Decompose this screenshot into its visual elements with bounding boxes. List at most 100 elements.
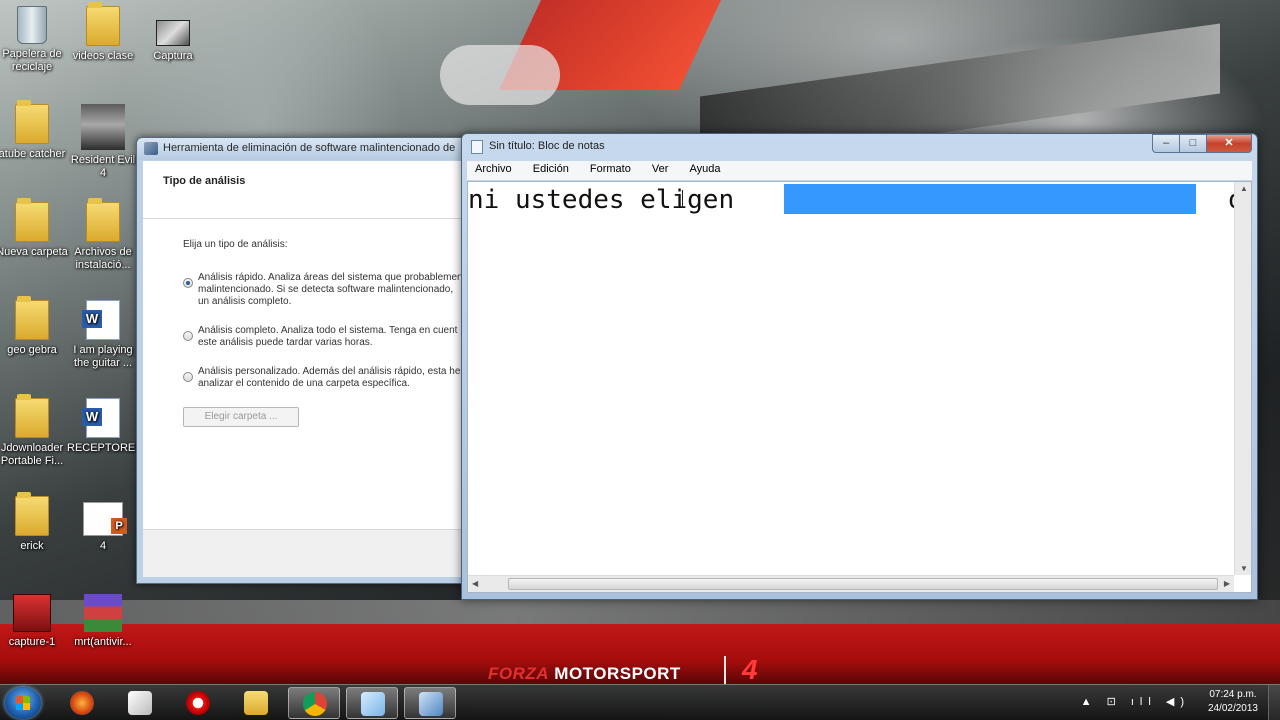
desktop-icon-label: erick bbox=[20, 540, 44, 552]
recycle-bin-icon bbox=[17, 6, 47, 44]
taskbar-adobe[interactable] bbox=[114, 687, 166, 719]
firefox-icon bbox=[70, 691, 94, 715]
taskbar-mrt[interactable] bbox=[404, 687, 456, 719]
desktop-icon-label: videos clase bbox=[72, 50, 134, 62]
scroll-down-arrow-icon[interactable]: ▼ bbox=[1240, 564, 1248, 573]
mrt-option-custom-scan[interactable]: Análisis personalizado. Además del análi… bbox=[183, 366, 475, 390]
scroll-left-arrow-icon[interactable]: ◀ bbox=[472, 579, 478, 588]
notepad-icon bbox=[361, 692, 385, 716]
option-text-line: Análisis completo. Analiza todo el siste… bbox=[198, 325, 458, 336]
taskbar-notepad[interactable] bbox=[346, 687, 398, 719]
mrt-shield-icon bbox=[144, 142, 158, 155]
scroll-up-arrow-icon[interactable]: ▲ bbox=[1240, 184, 1248, 193]
window-controls: ‒ □ ✕ bbox=[1152, 134, 1252, 153]
wallpaper-brand: FORZA MOTORSPORT bbox=[488, 664, 681, 684]
scroll-right-arrow-icon[interactable]: ▶ bbox=[1224, 579, 1230, 588]
desktop-icon-archivos-instalacion[interactable]: Archivos de instalació... bbox=[67, 198, 139, 272]
notepad-icon bbox=[471, 140, 483, 154]
desktop-icon-resident-evil[interactable]: Resident Evil 4 bbox=[67, 104, 139, 180]
close-button[interactable]: ✕ bbox=[1206, 134, 1252, 153]
taskbar-chrome[interactable] bbox=[288, 687, 340, 719]
notepad-titlebar[interactable]: Sin título: Bloc de notas ‒ □ ✕ bbox=[462, 134, 1257, 159]
screenshot-image-icon bbox=[156, 20, 190, 46]
brand-motorsport: MOTORSPORT bbox=[554, 664, 681, 683]
menu-ayuda[interactable]: Ayuda bbox=[686, 163, 725, 175]
folder-icon bbox=[15, 198, 49, 242]
adobe-icon bbox=[128, 691, 152, 715]
taskbar-opera[interactable] bbox=[172, 687, 224, 719]
text-cursor-ibeam bbox=[682, 190, 683, 208]
folder-icon bbox=[15, 100, 49, 144]
desktop-icon-recycle-bin[interactable]: Papelera de reciclaje bbox=[0, 6, 68, 74]
mrt-titlebar[interactable]: Herramienta de eliminación de software m… bbox=[137, 138, 475, 160]
brand-separator bbox=[724, 656, 726, 684]
vertical-scrollbar[interactable]: ▲ ▼ bbox=[1234, 182, 1251, 575]
horizontal-scroll-thumb[interactable] bbox=[508, 578, 1218, 590]
desktop-icon-label: Papelera de reciclaje bbox=[2, 48, 62, 73]
folder-icon bbox=[15, 492, 49, 536]
desktop-icon-4[interactable]: P 4 bbox=[67, 496, 139, 553]
desktop-icon-nueva-carpeta[interactable]: Nueva carpeta bbox=[0, 198, 68, 259]
taskbar-firefox[interactable] bbox=[56, 687, 108, 719]
radio-full-scan[interactable] bbox=[183, 331, 193, 341]
notepad-text-before-selection: ni ustedes eligen bbox=[468, 185, 750, 215]
radio-custom-scan[interactable] bbox=[183, 372, 193, 382]
menu-archivo[interactable]: Archivo bbox=[471, 163, 516, 175]
desktop-icon-label: Resident Evil 4 bbox=[70, 154, 136, 179]
desktop-icon-guitar-doc[interactable]: W I am playing the guitar ... bbox=[67, 300, 139, 370]
system-tray[interactable]: ▲ ⊡ ıll ◀) bbox=[1081, 695, 1190, 708]
mrt-section-header: Tipo de análisis bbox=[143, 161, 475, 219]
menu-ver[interactable]: Ver bbox=[648, 163, 673, 175]
desktop-icon-mrt-antivirus[interactable]: mrt(antivir... bbox=[67, 594, 139, 649]
desktop-icon-receptores[interactable]: W RECEPTORES bbox=[67, 398, 143, 455]
desktop-icon-captura[interactable]: Captura bbox=[137, 6, 209, 63]
desktop-icon-label: Jdownloader Portable Fi... bbox=[0, 442, 64, 467]
desktop-icon-videos-clase[interactable]: videos clase bbox=[67, 2, 139, 63]
notepad-window-title: Sin título: Bloc de notas bbox=[489, 140, 605, 152]
desktop-icon-erick[interactable]: erick bbox=[0, 492, 68, 553]
explorer-icon bbox=[244, 691, 268, 715]
taskbar-explorer[interactable] bbox=[230, 687, 282, 719]
wallpaper-highlight bbox=[440, 45, 560, 105]
mrt-option-quick-scan[interactable]: Análisis rápido. Analiza áreas del siste… bbox=[183, 272, 475, 308]
option-text-line: Análisis personalizado. Además del análi… bbox=[198, 366, 464, 377]
powerpoint-document-icon: P bbox=[83, 502, 127, 536]
desktop-icon-atube[interactable]: atube catcher bbox=[0, 100, 68, 161]
taskbar-clock[interactable]: 07:24 p.m. 24/02/2013 bbox=[1208, 688, 1258, 716]
notepad-window[interactable]: Sin título: Bloc de notas ‒ □ ✕ Archivo … bbox=[461, 133, 1258, 600]
brand-logo: 4 bbox=[742, 654, 758, 685]
maximize-button[interactable]: □ bbox=[1179, 134, 1207, 153]
desktop-icon-geo-gebra[interactable]: geo gebra bbox=[0, 296, 68, 357]
desktop-icon-label: mrt(antivir... bbox=[74, 636, 132, 648]
chrome-icon bbox=[303, 692, 327, 716]
show-desktop-button[interactable] bbox=[1268, 685, 1280, 720]
folder-icon bbox=[15, 394, 49, 438]
mrt-window[interactable]: Herramienta de eliminación de software m… bbox=[136, 137, 476, 584]
minimize-button[interactable]: ‒ bbox=[1152, 134, 1180, 153]
start-button[interactable] bbox=[5, 687, 41, 719]
desktop-icon-label: geo gebra bbox=[7, 344, 57, 356]
notepad-text-area[interactable]: ni ustedes eligen o ▲ ▼ ◀ ▶ bbox=[467, 181, 1252, 593]
winrar-archive-icon bbox=[84, 594, 122, 632]
mrt-body: Tipo de análisis Elija un tipo de anális… bbox=[143, 161, 475, 577]
mrt-option-full-scan[interactable]: Análisis completo. Analiza todo el siste… bbox=[183, 325, 475, 349]
desktop-icon-label: capture-1 bbox=[8, 636, 56, 648]
opera-icon bbox=[186, 691, 210, 715]
brand-forza: FORZA bbox=[488, 664, 550, 683]
option-text-line: este análisis puede tardar varias horas. bbox=[198, 337, 373, 348]
mrt-prompt: Elija un tipo de análisis: bbox=[183, 239, 288, 250]
game-shortcut-icon bbox=[81, 104, 125, 150]
menu-formato[interactable]: Formato bbox=[586, 163, 635, 175]
horizontal-scrollbar[interactable]: ◀ ▶ bbox=[468, 575, 1234, 592]
word-document-icon: W bbox=[82, 398, 120, 438]
desktop-icon-label: Captura bbox=[153, 50, 193, 62]
radio-quick-scan[interactable] bbox=[183, 278, 193, 288]
desktop-icon-capture-1[interactable]: capture-1 bbox=[0, 594, 68, 649]
option-text-line: analizar el contenido de una carpeta esp… bbox=[198, 378, 410, 389]
choose-folder-button[interactable]: Elegir carpeta ... bbox=[183, 407, 299, 427]
menu-edicion[interactable]: Edición bbox=[529, 163, 573, 175]
folder-shortcut-icon bbox=[86, 198, 120, 242]
mrt-icon bbox=[419, 692, 443, 716]
desktop-icon-jdownloader[interactable]: Jdownloader Portable Fi... bbox=[0, 394, 68, 468]
folder-icon bbox=[15, 296, 49, 340]
